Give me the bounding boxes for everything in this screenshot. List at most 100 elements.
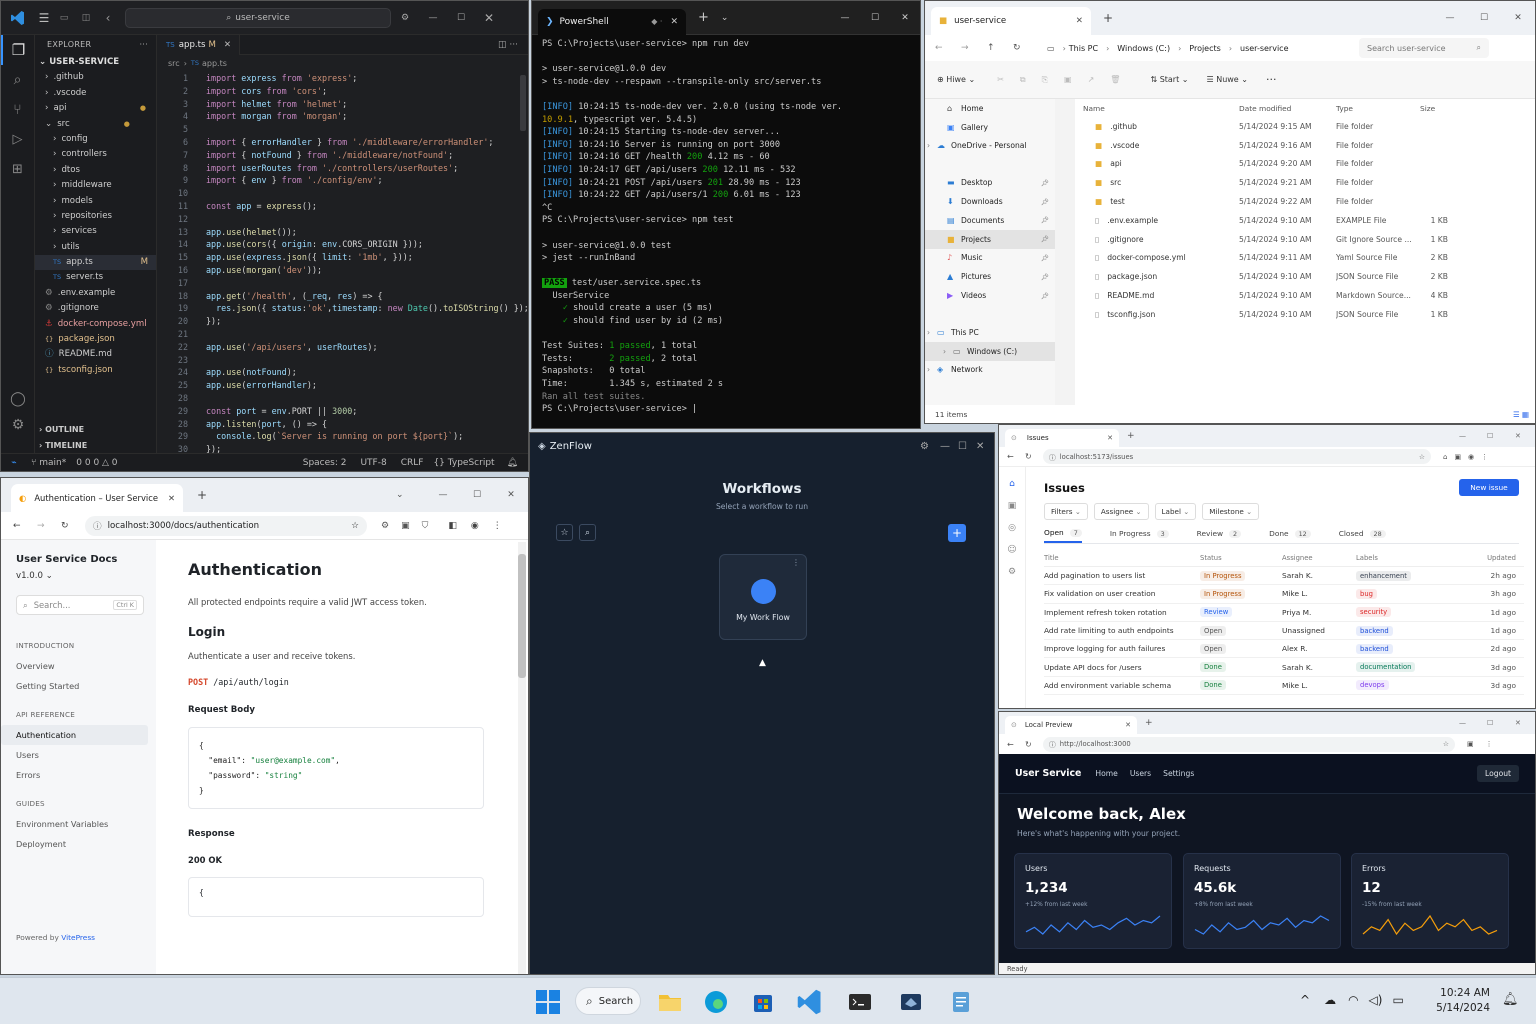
tab-review[interactable]: Review 2 bbox=[1197, 529, 1242, 542]
page-scrollbar[interactable] bbox=[518, 542, 526, 974]
close-icon[interactable]: ✕ bbox=[1515, 719, 1535, 727]
tree-item[interactable]: ⓘ README.md bbox=[35, 347, 156, 362]
users-icon[interactable]: ☺ bbox=[999, 539, 1025, 561]
tab-search-icon[interactable]: ⌄ bbox=[396, 490, 426, 500]
path-user-service[interactable]: user-service bbox=[1240, 44, 1288, 53]
expand-chevron-icon[interactable]: › bbox=[927, 141, 930, 150]
new-button[interactable]: ⊕ Hiwe ⌄ bbox=[937, 75, 975, 84]
nav-link[interactable]: Overview bbox=[1, 656, 148, 676]
nav-link[interactable]: Users bbox=[1, 745, 148, 765]
forward-icon[interactable]: → bbox=[37, 521, 61, 531]
file-row[interactable]: ▯ .gitignore 5/14/2024 9:10 AM Git Ignore S… bbox=[1075, 230, 1535, 249]
notifications-icon[interactable]: 🔔︎ bbox=[507, 458, 518, 468]
outline-section[interactable]: › OUTLINE bbox=[39, 422, 84, 437]
tab-dropdown-icon[interactable]: ⌄ bbox=[721, 13, 729, 23]
tree-item[interactable]: TS server.ts bbox=[35, 270, 156, 285]
close-icon[interactable]: ✕ bbox=[976, 441, 994, 452]
workspace-root[interactable]: ⌄ USER-SERVICE bbox=[35, 55, 156, 70]
tree-item[interactable]: › api ● bbox=[35, 101, 156, 116]
issue-title[interactable]: Improve logging for auth failures bbox=[1044, 644, 1200, 653]
close-icon[interactable]: ✕ bbox=[1515, 432, 1535, 440]
onedrive-icon[interactable]: ☁ bbox=[1324, 993, 1336, 1007]
col-name[interactable]: Name bbox=[1075, 104, 1239, 113]
version-select[interactable]: v1.0.0 ⌄ bbox=[1, 565, 156, 581]
issue-title[interactable]: Implement refresh token rotation bbox=[1044, 608, 1200, 617]
tree-item[interactable]: › dtos bbox=[35, 163, 156, 178]
issue-row[interactable]: Add environment variable schema Done Mike … bbox=[1044, 677, 1524, 696]
tree-item[interactable]: › repositories bbox=[35, 209, 156, 224]
minimize-icon[interactable]: — bbox=[940, 441, 958, 452]
path-projects[interactable]: Projects bbox=[1189, 44, 1221, 53]
tree-item[interactable]: ⚓ docker-compose.yml bbox=[35, 317, 156, 332]
favorite-icon[interactable]: ☆ bbox=[556, 524, 573, 541]
close-icon[interactable]: ✕ bbox=[1501, 13, 1535, 23]
new-tab-icon[interactable]: + bbox=[197, 488, 207, 502]
docs-search-input[interactable]: ⌕ Search... Ctrl K bbox=[16, 595, 144, 615]
edge-icon[interactable] bbox=[702, 988, 730, 1016]
sidebar-toggle-icon[interactable]: ◫ bbox=[75, 13, 97, 23]
reload-icon[interactable]: ↻ bbox=[1025, 452, 1043, 461]
tree-item[interactable]: {} tsconfig.json bbox=[35, 363, 156, 378]
nav-item[interactable]: ▬ Desktop 📌︎ bbox=[925, 173, 1055, 192]
bookmark-star-icon[interactable]: ☆ bbox=[1443, 740, 1449, 748]
store-icon[interactable] bbox=[749, 988, 777, 1016]
tree-item[interactable]: TS app.ts M bbox=[35, 255, 156, 271]
nav-item[interactable]: ▣ Gallery bbox=[925, 118, 1055, 137]
battery-icon[interactable]: ▭ bbox=[1392, 993, 1403, 1007]
issue-row[interactable]: Add pagination to users list In Progress S… bbox=[1044, 567, 1524, 586]
notepad-icon[interactable] bbox=[947, 988, 975, 1016]
nav-item[interactable]: › ▭ This PC bbox=[925, 323, 1055, 342]
back-icon[interactable]: ← bbox=[13, 521, 37, 531]
tree-item[interactable]: › utils bbox=[35, 240, 156, 255]
nav-item[interactable]: ▶ Videos 📌︎ bbox=[925, 286, 1055, 305]
terminal-taskbar-icon[interactable] bbox=[846, 988, 874, 1016]
tree-item[interactable]: › middleware bbox=[35, 178, 156, 193]
tab-app-ts[interactable]: TS app.ts M ✕ bbox=[158, 34, 241, 55]
refresh-icon[interactable]: ↻ bbox=[1013, 43, 1039, 53]
file-row[interactable]: ▯ package.json 5/14/2024 9:10 AM JSON Sourc… bbox=[1075, 267, 1535, 286]
tree-item[interactable]: {} package.json bbox=[35, 332, 156, 347]
col-status[interactable]: Status bbox=[1200, 554, 1282, 562]
home-icon[interactable]: ⌂ bbox=[999, 473, 1025, 495]
extensions-icon[interactable]: ⊞ bbox=[1, 155, 34, 185]
new-tab-icon[interactable]: + bbox=[1127, 431, 1135, 441]
nav-users[interactable]: Users bbox=[1130, 769, 1151, 778]
bookmark-star-icon[interactable]: ☆ bbox=[351, 521, 359, 531]
nav-item[interactable]: › ☁ OneDrive - Personal bbox=[925, 137, 1055, 156]
notification-bell-icon[interactable]: 🔔︎ bbox=[1502, 992, 1519, 1007]
more-actions-icon[interactable]: ··· bbox=[139, 40, 148, 49]
search-icon[interactable]: ⌕ bbox=[579, 524, 596, 541]
tab-close-icon[interactable]: ✕ bbox=[670, 17, 678, 27]
brand-name[interactable]: User Service bbox=[1015, 768, 1081, 779]
eol-status[interactable]: CRLF bbox=[401, 458, 424, 468]
expand-chevron-icon[interactable]: › bbox=[927, 365, 930, 374]
close-icon[interactable]: ✕ bbox=[890, 13, 920, 23]
nav-home[interactable]: Home bbox=[1095, 769, 1117, 778]
tab-issues[interactable]: ⊙ Issues ✕ bbox=[1005, 429, 1119, 447]
col-type[interactable]: Type bbox=[1336, 104, 1420, 113]
bookmark-star-icon[interactable]: ☆ bbox=[1419, 453, 1425, 461]
nav-link[interactable]: Errors bbox=[1, 765, 148, 785]
layout-icon[interactable]: ▭ bbox=[53, 13, 75, 23]
url-bar[interactable]: ⓘ http://localhost:3000 ☆ bbox=[1043, 736, 1455, 752]
nav-item[interactable]: ■ Projects 📌︎ bbox=[925, 229, 1055, 249]
file-row[interactable]: ▯ README.md 5/14/2024 9:10 AM Markdown Sour… bbox=[1075, 286, 1535, 305]
editor-scrollbar[interactable] bbox=[520, 75, 526, 131]
tab-in-progress[interactable]: In Progress 3 bbox=[1110, 529, 1169, 542]
issue-row[interactable]: Implement refresh token rotation Review Pr… bbox=[1044, 604, 1524, 622]
file-row[interactable]: ■ .github 5/14/2024 9:15 AM File folder bbox=[1075, 117, 1535, 136]
new-tab-icon[interactable]: + bbox=[1103, 11, 1113, 25]
col-updated[interactable]: Updated bbox=[1487, 554, 1516, 562]
address-bar[interactable]: ▭ › This PC › Windows (C:) › Projects › use… bbox=[1039, 38, 1351, 58]
sort-button[interactable]: ⇅ Start ⌄ bbox=[1150, 75, 1188, 84]
tree-item[interactable]: › .vscode bbox=[35, 86, 156, 101]
issue-title[interactable]: Add rate limiting to auth endpoints bbox=[1044, 626, 1200, 635]
tab-close-icon[interactable]: ✕ bbox=[1076, 16, 1083, 26]
problems-status[interactable]: 0 0 0 △ 0 bbox=[76, 458, 117, 468]
expand-chevron-icon[interactable]: › bbox=[943, 347, 946, 356]
timeline-section[interactable]: › TIMELINE bbox=[39, 438, 87, 453]
maximize-icon[interactable]: ☐ bbox=[447, 13, 475, 23]
tab-close-icon[interactable]: ✕ bbox=[1107, 434, 1113, 442]
tray-overflow-icon[interactable]: ^ bbox=[1300, 993, 1310, 1007]
volume-icon[interactable]: ◁) bbox=[1369, 993, 1383, 1007]
